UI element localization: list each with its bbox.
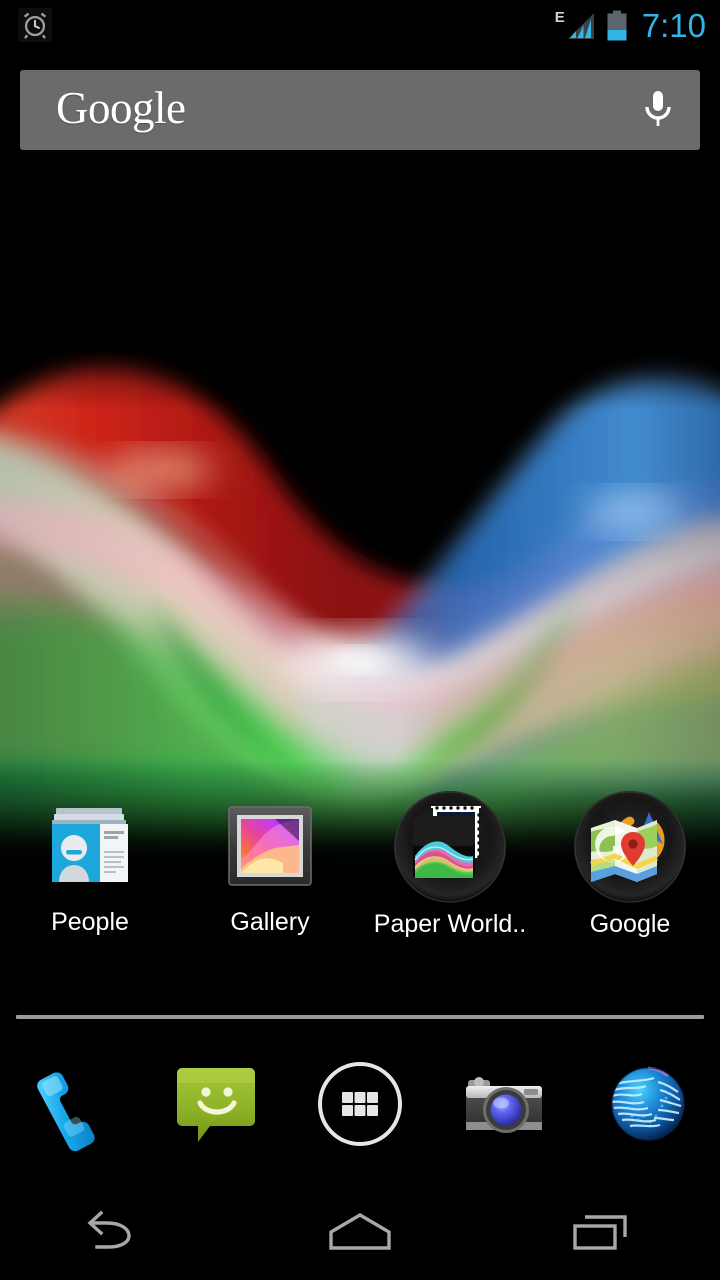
app-label-paper-world: Paper World.. xyxy=(373,910,527,938)
dock-item-messaging[interactable] xyxy=(144,1042,288,1166)
gallery-icon-wrap xyxy=(216,792,324,900)
camera-icon xyxy=(466,1077,542,1133)
voice-search-button[interactable] xyxy=(622,70,694,150)
microphone-icon xyxy=(645,91,671,126)
google-folder-icon-wrap xyxy=(571,788,689,906)
app-label-google: Google xyxy=(589,910,671,938)
status-bar-right: E 7:10 xyxy=(552,4,706,48)
status-bar-clock: 7:10 xyxy=(641,6,706,44)
paper-world-icon-wrap xyxy=(391,788,509,906)
paper-world-wallpaper-icon xyxy=(394,791,506,903)
alarm-clock-icon xyxy=(18,8,52,42)
status-bar[interactable]: E 7:10 xyxy=(0,0,720,52)
app-folder-paper-world[interactable]: Paper World.. xyxy=(360,791,540,962)
messaging-smiley-icon xyxy=(177,1068,255,1142)
people-contacts-icon xyxy=(52,808,128,882)
home-pentagon-icon xyxy=(329,1213,391,1250)
nav-button-recents[interactable] xyxy=(480,1184,720,1280)
wallpaper-hotspot-right xyxy=(584,494,680,530)
dock-item-phone[interactable] xyxy=(0,1042,144,1166)
dock-item-browser[interactable] xyxy=(576,1042,720,1166)
app-folder-google[interactable]: Google xyxy=(540,791,720,962)
signal-bars-icon xyxy=(567,13,594,39)
dock xyxy=(0,1042,720,1166)
battery-icon xyxy=(607,10,627,41)
app-icon-gallery[interactable]: Gallery xyxy=(180,792,360,962)
network-type-label: E xyxy=(554,8,565,26)
google-logo-text[interactable]: Google xyxy=(56,85,186,131)
app-drawer-icon-wrap xyxy=(310,1054,410,1154)
app-label-people: People xyxy=(51,908,129,936)
people-icon-wrap xyxy=(36,792,144,900)
home-app-row: People Gallery Paper World.. Google xyxy=(0,791,720,962)
dock-item-app-drawer[interactable] xyxy=(288,1042,432,1166)
google-maps-folder-icon xyxy=(574,791,686,903)
back-arrow-icon xyxy=(87,1210,131,1249)
google-search-widget[interactable]: Google xyxy=(20,70,700,150)
navigation-bar xyxy=(0,1184,720,1280)
browser-globe-icon xyxy=(611,1066,685,1141)
nav-button-back[interactable] xyxy=(0,1184,240,1280)
app-drawer-grid-icon xyxy=(318,1062,402,1146)
camera-icon-wrap xyxy=(454,1054,554,1154)
dock-divider xyxy=(16,1015,704,1019)
browser-icon-wrap xyxy=(598,1054,698,1154)
status-bar-left xyxy=(18,8,52,42)
phone-handset-icon xyxy=(37,1072,95,1152)
dock-item-camera[interactable] xyxy=(432,1042,576,1166)
phone-icon-wrap xyxy=(22,1054,122,1154)
search-input-area[interactable] xyxy=(185,70,622,150)
gallery-photo-frame-icon xyxy=(228,806,312,886)
app-icon-people[interactable]: People xyxy=(0,792,180,962)
app-label-gallery: Gallery xyxy=(230,908,310,936)
messaging-icon-wrap xyxy=(166,1054,266,1154)
home-screen: E 7:10 Google People Gallery Paper World… xyxy=(0,0,720,1280)
recent-apps-icon xyxy=(573,1215,627,1250)
nav-button-home[interactable] xyxy=(240,1184,480,1280)
